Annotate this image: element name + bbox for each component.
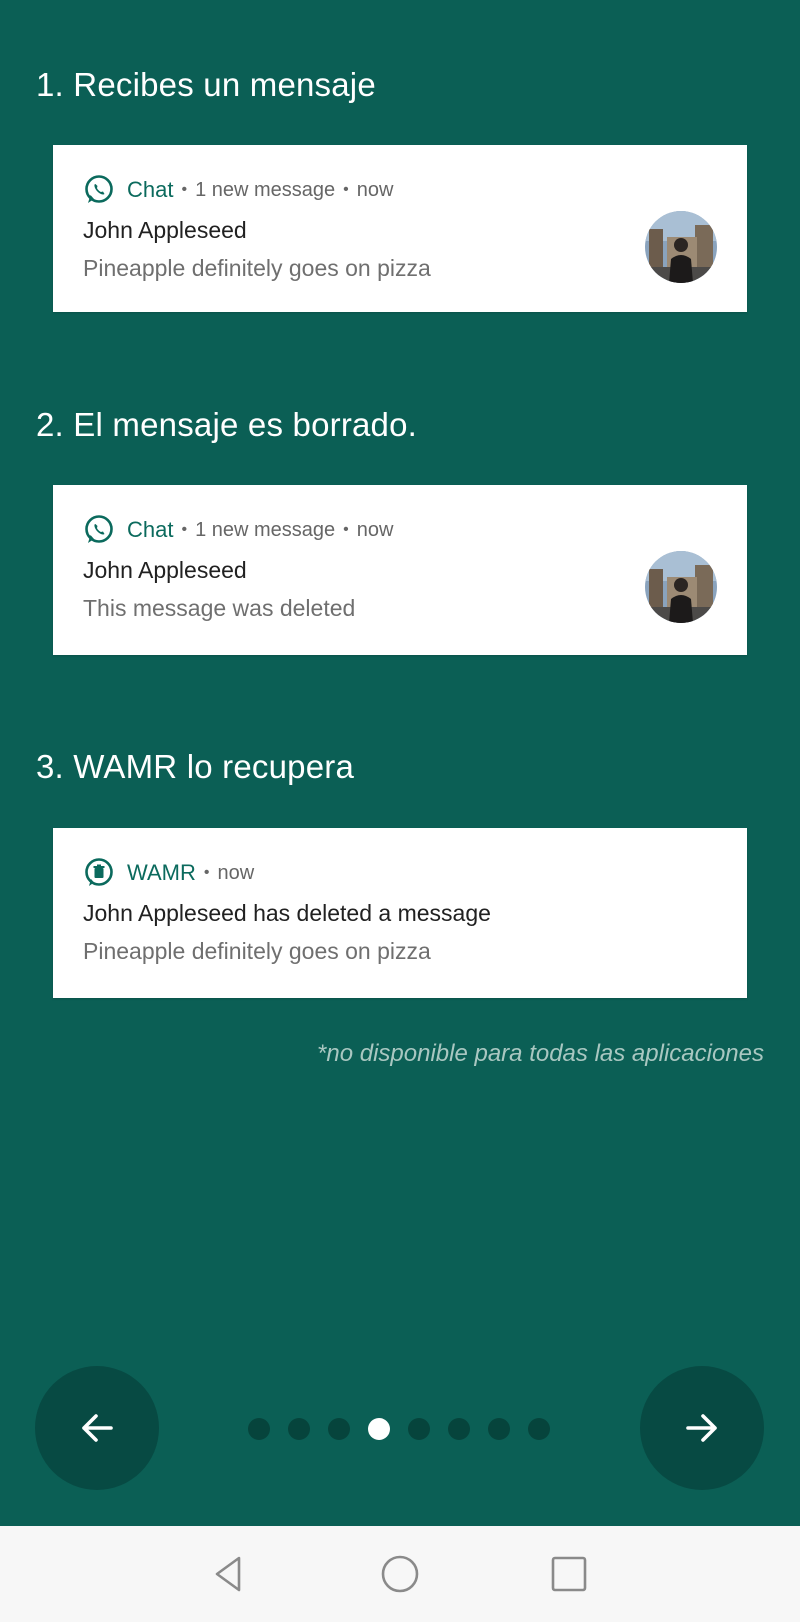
system-home-button[interactable] — [376, 1550, 424, 1598]
notification-card-recovered: WAMR • now John Appleseed has deleted a … — [53, 828, 747, 998]
notification-card-received: Chat • 1 new message • now John Applesee… — [53, 145, 747, 312]
whatsapp-icon — [83, 514, 115, 546]
notification-count: 1 new message — [195, 518, 336, 541]
notification-header: Chat • 1 new message • now — [83, 513, 393, 547]
notification-header: Chat • 1 new message • now — [83, 173, 393, 207]
notification-message: Pineapple definitely goes on pizza — [83, 255, 431, 281]
system-navigation-bar — [0, 1526, 800, 1622]
page-dot[interactable] — [448, 1418, 470, 1440]
notification-message: Pineapple definitely goes on pizza — [83, 938, 431, 964]
square-recents-icon — [551, 1556, 587, 1592]
separator-dot: • — [343, 521, 349, 538]
whatsapp-icon — [83, 174, 115, 206]
page-dot[interactable] — [528, 1418, 550, 1440]
separator-dot: • — [181, 521, 188, 538]
page-dot[interactable] — [248, 1418, 270, 1440]
notification-time: now — [356, 178, 394, 201]
circle-home-icon — [381, 1555, 419, 1593]
page-dot-active[interactable] — [368, 1418, 390, 1440]
notification-sender: John Appleseed — [83, 217, 247, 243]
separator-dot: • — [343, 181, 349, 198]
page-dot[interactable] — [488, 1418, 510, 1440]
notification-app-name: Chat — [127, 517, 174, 542]
step-2-title: 2. El mensaje es borrado. — [36, 406, 418, 443]
separator-dot: • — [203, 864, 210, 881]
step-3-title: 3. WAMR lo recupera — [36, 748, 355, 785]
arrow-right-icon — [686, 1414, 717, 1442]
arrow-left-icon — [82, 1414, 113, 1442]
notification-time: now — [356, 518, 394, 541]
next-button[interactable] — [640, 1366, 764, 1490]
page-indicator — [248, 1418, 568, 1440]
onboarding-screen: 1. Recibes un mensaje Chat • 1 new messa… — [0, 0, 800, 1526]
notification-sender: John Appleseed has deleted a message — [83, 900, 491, 926]
wamr-icon — [83, 857, 115, 889]
notification-app-name: Chat — [127, 177, 174, 202]
notification-count: 1 new message — [195, 178, 336, 201]
notification-card-deleted: Chat • 1 new message • now John Applesee… — [53, 485, 747, 655]
notification-message: This message was deleted — [83, 595, 356, 621]
separator-dot: • — [181, 181, 188, 198]
notification-app-name: WAMR — [127, 860, 196, 885]
previous-button[interactable] — [35, 1366, 159, 1490]
notification-sender: John Appleseed — [83, 557, 247, 583]
avatar — [645, 211, 717, 283]
disclaimer-note: *no disponible para todas las aplicacion… — [317, 1040, 764, 1067]
page-dot[interactable] — [288, 1418, 310, 1440]
system-back-button[interactable] — [205, 1550, 253, 1598]
notification-header: WAMR • now — [83, 856, 254, 890]
notification-time: now — [217, 861, 255, 884]
avatar — [645, 551, 717, 623]
step-1-title: 1. Recibes un mensaje — [36, 66, 376, 103]
triangle-back-icon — [215, 1556, 241, 1592]
page-dot[interactable] — [408, 1418, 430, 1440]
page-dot[interactable] — [328, 1418, 350, 1440]
system-recents-button[interactable] — [545, 1550, 593, 1598]
